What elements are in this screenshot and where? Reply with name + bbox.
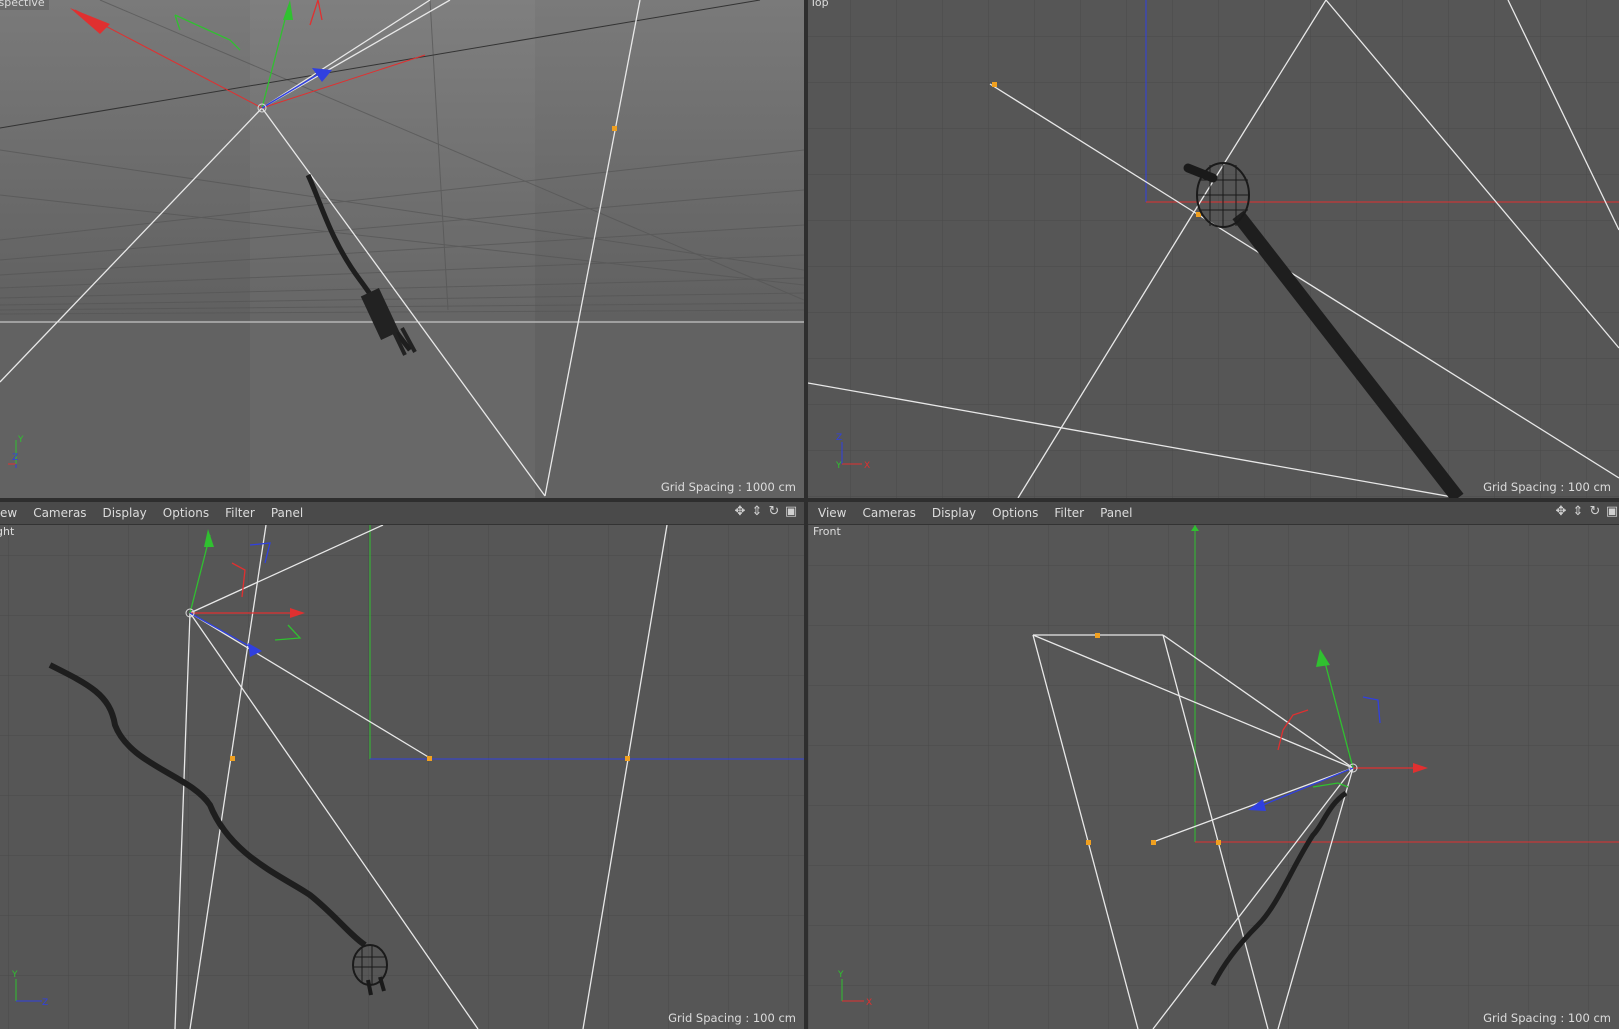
front-viewport[interactable]: Front Y X Grid Spacing : 100 cm: [808, 525, 1619, 1029]
top-viewport[interactable]: Top Z Y X Grid Spacing : 100 cm: [808, 0, 1619, 498]
menu-view[interactable]: ew: [0, 506, 17, 520]
axis-label-x: X: [866, 998, 872, 1005]
axis-gizmo-icon: Y Z: [8, 435, 24, 468]
dolly-view-icon[interactable]: ⇕: [1571, 505, 1585, 519]
viewport-label-right: ght: [0, 525, 15, 538]
viewport-divider-horizontal[interactable]: [0, 498, 1619, 502]
top-scene[interactable]: [808, 0, 1619, 498]
axis-label-y: Y: [836, 461, 842, 468]
menu-filter[interactable]: Filter: [1054, 506, 1084, 520]
menu-cameras[interactable]: Cameras: [33, 506, 86, 520]
menu-display[interactable]: Display: [103, 506, 147, 520]
menubar-front-view: View Cameras Display Options Filter Pane…: [808, 502, 1619, 525]
axis-label-y: Y: [837, 970, 844, 980]
menu-options[interactable]: Options: [992, 506, 1038, 520]
axis-label-z: Z: [12, 453, 18, 463]
menubar-right-view: ew Cameras Display Options Filter Panel …: [0, 502, 804, 525]
perspective-viewport[interactable]: rspective Y Z Grid Spacing : 1000 cm: [0, 0, 804, 498]
menu-filter[interactable]: Filter: [225, 506, 255, 520]
front-scene[interactable]: [808, 525, 1619, 1029]
maximize-view-icon[interactable]: ▣: [1605, 505, 1619, 519]
dolly-view-icon[interactable]: ⇕: [750, 505, 764, 519]
rotate-view-icon[interactable]: ↻: [767, 505, 781, 519]
move-view-icon[interactable]: ✥: [1554, 505, 1568, 519]
viewport-label-front: Front: [813, 525, 841, 538]
menu-panel[interactable]: Panel: [1100, 506, 1132, 520]
maximize-view-icon[interactable]: ▣: [784, 505, 798, 519]
axis-gizmo-icon: Z Y X: [836, 433, 870, 468]
viewport-divider-vertical[interactable]: [804, 0, 808, 1029]
menu-options[interactable]: Options: [163, 506, 209, 520]
menu-panel[interactable]: Panel: [271, 506, 303, 520]
menu-cameras[interactable]: Cameras: [862, 506, 915, 520]
axis-gizmo-icon: Y X: [837, 970, 872, 1005]
menu-display[interactable]: Display: [932, 506, 976, 520]
right-scene[interactable]: [0, 525, 804, 1029]
viewport-label-perspective: rspective: [0, 0, 49, 10]
grid-spacing-top: Grid Spacing : 100 cm: [1483, 480, 1611, 494]
axis-label-y: Y: [11, 970, 18, 980]
perspective-scene[interactable]: [0, 0, 804, 498]
rotate-view-icon[interactable]: ↻: [1588, 505, 1602, 519]
axis-label-z: Z: [836, 433, 842, 443]
grid-spacing-front: Grid Spacing : 100 cm: [1483, 1011, 1611, 1025]
axis-label-z: Z: [42, 998, 48, 1005]
grid-spacing-perspective: Grid Spacing : 1000 cm: [660, 480, 796, 494]
move-view-icon[interactable]: ✥: [733, 505, 747, 519]
axis-label-x: X: [864, 461, 870, 468]
viewport-label-top: Top: [810, 0, 829, 9]
right-viewport[interactable]: ght Y Z Grid Spacing : 100 cm: [0, 525, 804, 1029]
axis-label-y: Y: [17, 435, 24, 445]
menu-view[interactable]: View: [818, 506, 846, 520]
axis-gizmo-icon: Y Z: [11, 970, 48, 1005]
grid-spacing-right: Grid Spacing : 100 cm: [668, 1011, 796, 1025]
